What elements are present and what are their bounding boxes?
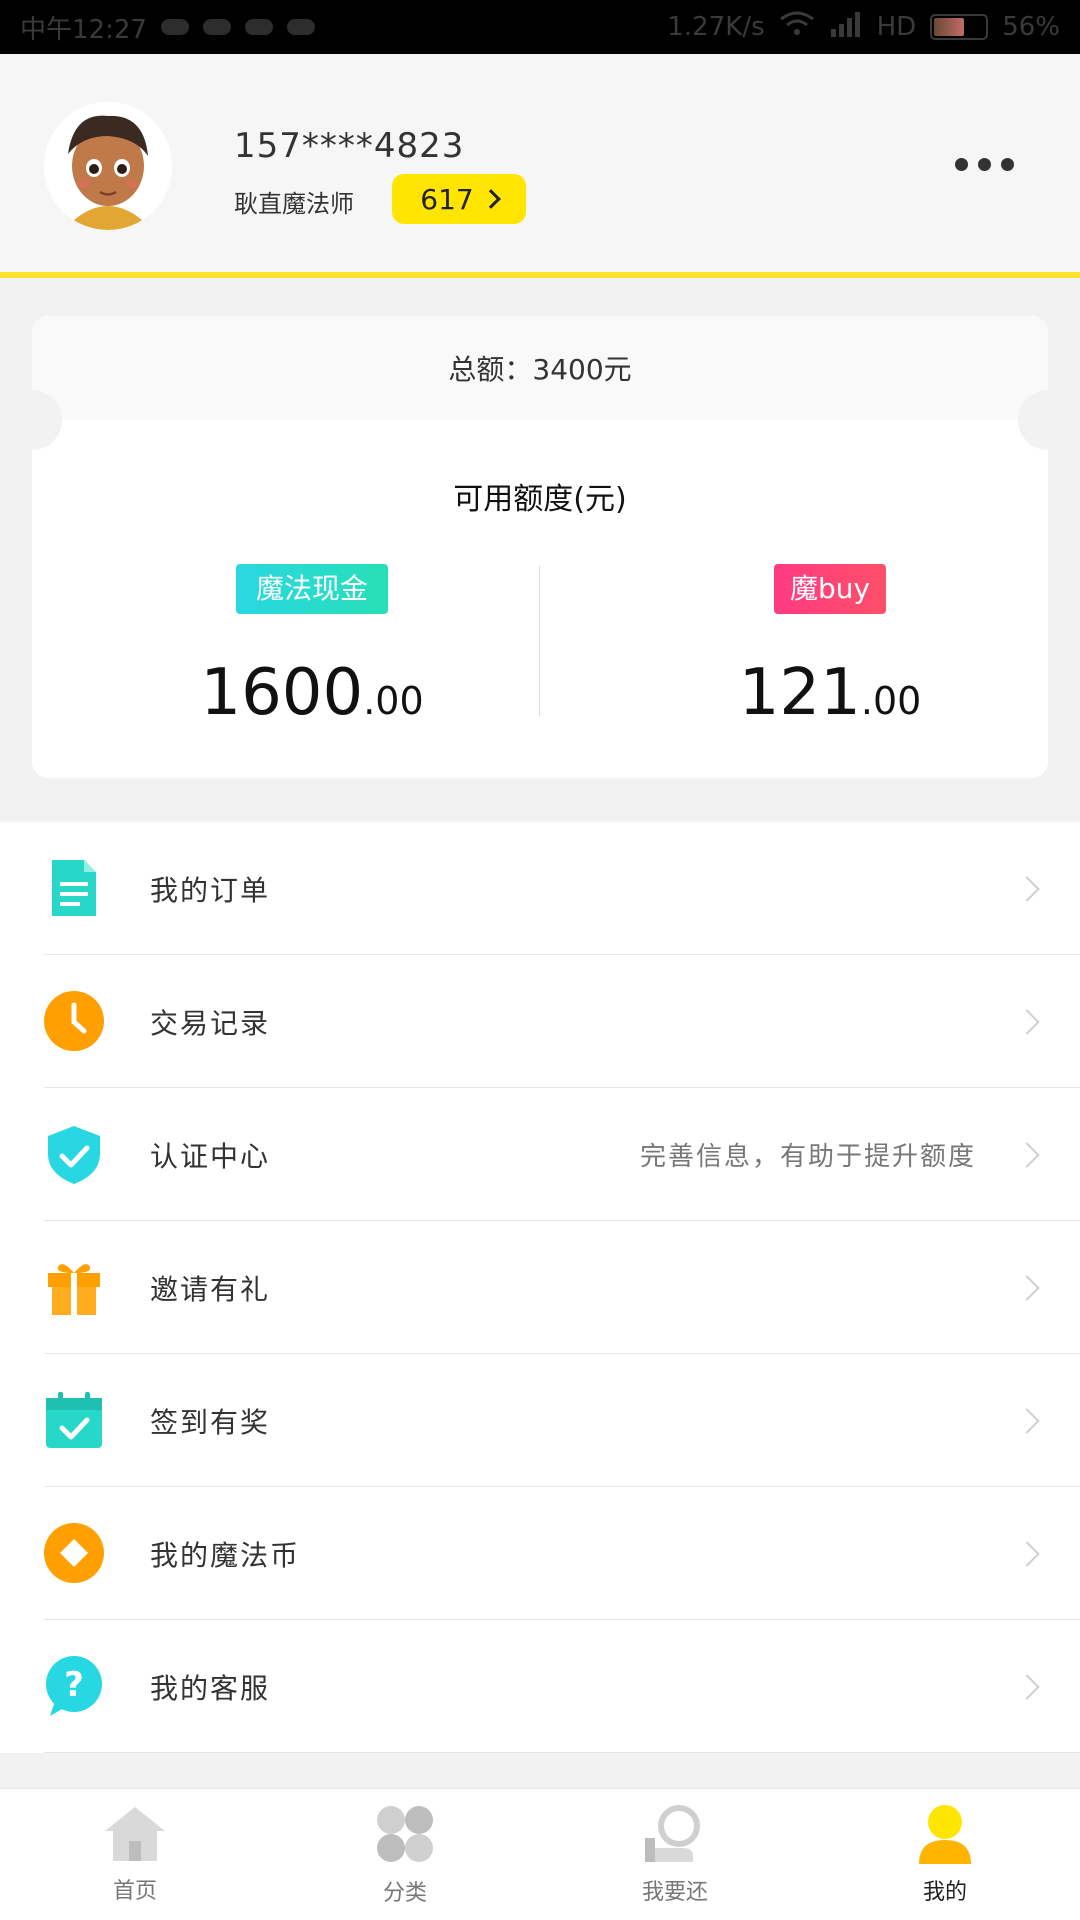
profile-header: 157****4823 耿直魔法师 617 bbox=[0, 54, 1080, 278]
document-icon bbox=[44, 858, 104, 918]
chevron-right-icon bbox=[1014, 1540, 1040, 1567]
tab-category[interactable]: 分类 bbox=[305, 1803, 505, 1907]
cash-tag: 魔法现金 bbox=[235, 564, 388, 614]
battery-percent: 56% bbox=[1002, 12, 1060, 42]
menu-item-label: 邀请有礼 bbox=[150, 1272, 271, 1306]
chevron-right-icon bbox=[480, 189, 501, 209]
category-icon bbox=[374, 1803, 436, 1869]
tab-home[interactable]: 首页 bbox=[35, 1805, 235, 1905]
avatar[interactable] bbox=[44, 102, 172, 230]
chevron-right-icon bbox=[1014, 1274, 1040, 1301]
menu-item-label: 我的魔法币 bbox=[150, 1538, 301, 1572]
tab-mine[interactable]: 我的 bbox=[845, 1804, 1045, 1906]
status-bar: 中午12:27 1.27K/s HD 56% bbox=[0, 0, 1080, 54]
tab-repay[interactable]: 我要还 bbox=[575, 1804, 775, 1906]
status-right: 1.27K/s HD 56% bbox=[667, 11, 1060, 44]
buy-credit[interactable]: 魔buy 121.00 bbox=[610, 564, 1050, 730]
buy-amount: 121.00 bbox=[610, 656, 1050, 730]
hd-indicator: HD bbox=[876, 12, 917, 42]
clock-icon bbox=[44, 991, 104, 1051]
divider bbox=[539, 566, 540, 716]
menu-item-label: 交易记录 bbox=[150, 1006, 271, 1040]
network-speed: 1.27K/s bbox=[667, 12, 765, 42]
shield-check-icon bbox=[44, 1124, 104, 1184]
signal-icon bbox=[829, 11, 863, 44]
score-button[interactable]: 617 bbox=[392, 174, 526, 224]
total-credit: 总额： 3400元 bbox=[32, 316, 1048, 420]
menu-item-transactions[interactable]: 交易记录 bbox=[0, 955, 1080, 1088]
chevron-right-icon bbox=[1014, 1008, 1040, 1035]
total-label: 总额： bbox=[448, 353, 533, 386]
menu-item-checkin[interactable]: 签到有奖 bbox=[0, 1354, 1080, 1487]
notification-icon bbox=[244, 19, 273, 35]
status-left: 中午12:27 bbox=[20, 9, 315, 46]
buy-amount-int: 121 bbox=[738, 656, 861, 730]
user-icon bbox=[915, 1804, 975, 1868]
menu-item-invite[interactable]: 邀请有礼 bbox=[0, 1221, 1080, 1354]
cash-amount-int: 1600 bbox=[200, 656, 364, 730]
cash-amount: 1600.00 bbox=[92, 656, 532, 730]
tab-label: 我的 bbox=[922, 1879, 967, 1905]
menu-item-verification[interactable]: 认证中心 完善信息，有助于提升额度 bbox=[0, 1088, 1080, 1221]
tab-label: 分类 bbox=[382, 1880, 427, 1906]
credit-card: 总额： 3400元 可用额度(元) 魔法现金 1600.00 魔buy 121.… bbox=[2, 316, 1078, 778]
menu-item-label: 认证中心 bbox=[150, 1139, 271, 1173]
tab-label: 首页 bbox=[112, 1878, 157, 1904]
score-value: 617 bbox=[420, 182, 474, 216]
svg-text:?: ? bbox=[64, 1665, 84, 1705]
chevron-right-icon bbox=[1014, 875, 1040, 902]
menu-item-label: 我的客服 bbox=[150, 1671, 271, 1705]
available-credit-label: 可用额度(元) bbox=[453, 482, 627, 517]
user-level-title: 耿直魔法师 bbox=[234, 190, 354, 218]
chevron-right-icon bbox=[1014, 1141, 1040, 1168]
buy-amount-dec: .00 bbox=[860, 679, 922, 723]
menu-item-coins[interactable]: 我的魔法币 bbox=[0, 1487, 1080, 1620]
home-icon bbox=[103, 1805, 167, 1867]
menu-item-orders[interactable]: 我的订单 bbox=[0, 822, 1080, 955]
menu-item-label: 签到有奖 bbox=[150, 1405, 271, 1439]
menu-item-hint: 完善信息，有助于提升额度 bbox=[639, 1142, 976, 1172]
buy-tag: 魔buy bbox=[773, 564, 887, 614]
menu-list: 我的订单 交易记录 认证中心 完善信息，有助于提升额度 邀请有礼 签到有奖 我的… bbox=[0, 822, 1080, 1753]
tab-label: 我要还 bbox=[641, 1879, 708, 1905]
user-phone: 157****4823 bbox=[234, 126, 465, 166]
more-menu-icon[interactable] bbox=[955, 158, 1014, 171]
cash-credit[interactable]: 魔法现金 1600.00 bbox=[92, 564, 532, 730]
menu-item-label: 我的订单 bbox=[150, 873, 271, 907]
total-value: 3400元 bbox=[532, 353, 632, 386]
ticket-notch bbox=[1018, 390, 1078, 450]
battery-icon bbox=[930, 14, 989, 40]
gift-icon bbox=[44, 1257, 104, 1317]
chevron-right-icon bbox=[1014, 1407, 1040, 1434]
wifi-icon bbox=[779, 11, 815, 44]
coin-icon bbox=[44, 1523, 104, 1583]
cash-amount-dec: .00 bbox=[363, 679, 424, 723]
ticket-notch bbox=[2, 390, 62, 450]
bottom-nav: 首页 分类 我要还 我的 bbox=[0, 1788, 1080, 1920]
status-time: 中午12:27 bbox=[20, 14, 147, 45]
repay-icon bbox=[643, 1804, 707, 1868]
calendar-check-icon bbox=[44, 1390, 104, 1450]
notification-icon bbox=[202, 19, 231, 35]
chevron-right-icon bbox=[1014, 1673, 1040, 1700]
notification-icon bbox=[160, 19, 189, 35]
menu-item-support[interactable]: ? 我的客服 bbox=[0, 1620, 1080, 1753]
help-chat-icon: ? bbox=[44, 1656, 104, 1716]
notification-icon bbox=[286, 19, 315, 35]
